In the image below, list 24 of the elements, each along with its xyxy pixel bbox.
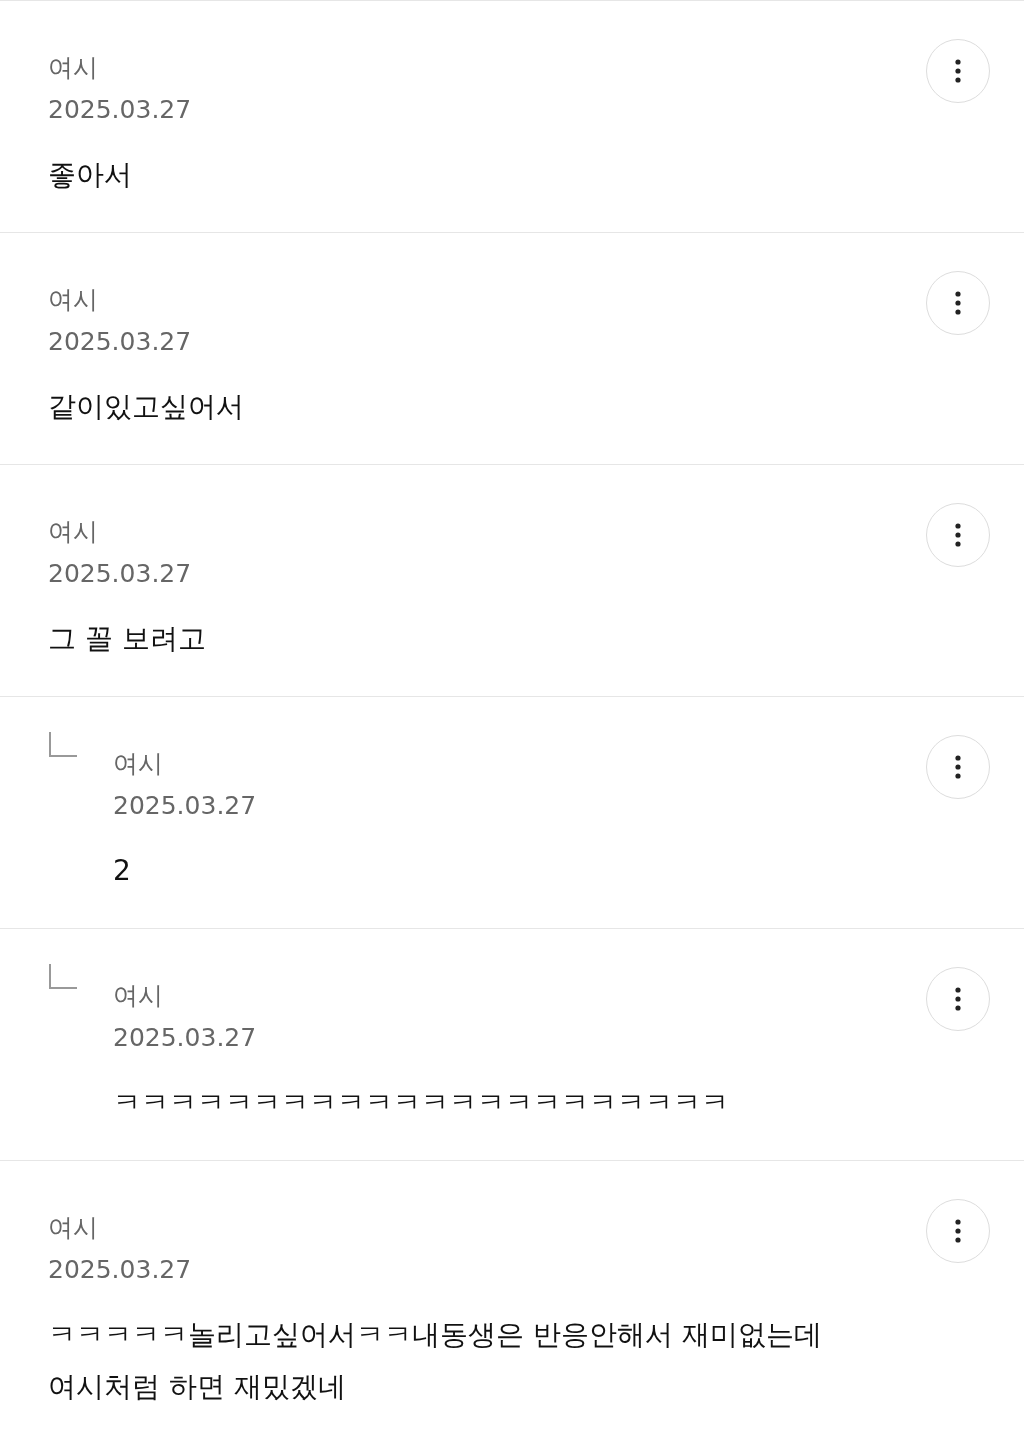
author-name: 여시 <box>113 748 163 780</box>
author-name: 여시 <box>48 52 98 84</box>
more-vertical-icon <box>955 291 961 315</box>
more-vertical-icon <box>955 755 961 779</box>
author-name: 여시 <box>48 516 98 548</box>
more-vertical-icon <box>955 1219 961 1243</box>
comment-date: 2025.03.27 <box>113 790 257 822</box>
comment-text: 그 꼴 보려고 <box>48 621 206 657</box>
more-vertical-icon <box>955 987 961 1011</box>
comment-text: 좋아서 <box>48 157 132 193</box>
more-vertical-icon <box>955 523 961 547</box>
comment-date: 2025.03.27 <box>48 558 192 590</box>
comment-text: ㅋㅋㅋㅋㅋ놀리고싶어서ㅋㅋ내동생은 반응안해서 재미없는데 여시처럼 하면 재밌겠네 <box>48 1317 823 1405</box>
comment-date: 2025.03.27 <box>113 1022 257 1054</box>
comment-date: 2025.03.27 <box>48 1254 192 1286</box>
author-name: 여시 <box>48 284 98 316</box>
author-name: 여시 <box>113 980 163 1012</box>
comment-text: 같이있고싶어서 <box>48 389 244 425</box>
comment-date: 2025.03.27 <box>48 326 192 358</box>
author-name: 여시 <box>48 1212 98 1244</box>
comment-date: 2025.03.27 <box>48 94 192 126</box>
comment-text: 2 <box>113 853 131 889</box>
comment-text: ㅋㅋㅋㅋㅋㅋㅋㅋㅋㅋㅋㅋㅋㅋㅋㅋㅋㅋㅋㅋㅋㅋ <box>113 1085 729 1121</box>
more-vertical-icon <box>955 59 961 83</box>
